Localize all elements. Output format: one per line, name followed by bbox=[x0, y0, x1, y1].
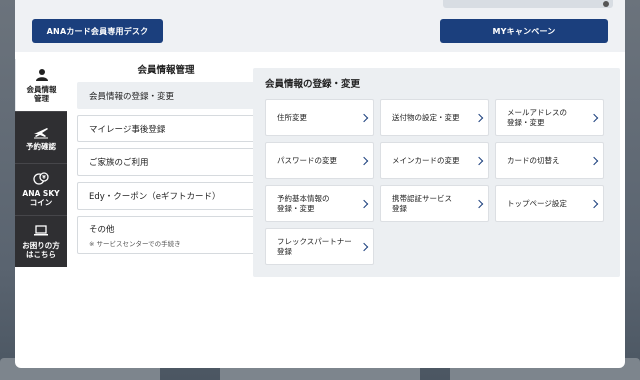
airplane-icon bbox=[34, 127, 48, 138]
chevron-right-icon bbox=[359, 199, 369, 208]
card-mail-settings[interactable]: 送付物の設定・変更 bbox=[380, 99, 489, 136]
menu-item-edy-coupon[interactable]: Edy・クーポン（eギフトカード） bbox=[77, 182, 255, 210]
option-grid: 住所変更 送付物の設定・変更 メールアドレスの 登録・変更 パスワードの変更 メ… bbox=[265, 99, 615, 265]
card-main-card-change[interactable]: メインカードの変更 bbox=[380, 142, 489, 179]
submenu: 会員情報管理 会員情報の登録・変更 マイレージ事後登録 ご家族のご利用 Edy・… bbox=[77, 60, 255, 260]
card-label: 携帯認証サービス 登録 bbox=[392, 193, 452, 213]
menu-item-label: 会員情報の登録・変更 bbox=[89, 91, 175, 102]
chevron-right-icon bbox=[359, 242, 369, 251]
tab-sky-coin[interactable]: ¥ ANA SKY コイン bbox=[15, 163, 67, 215]
tab-member-info[interactable]: 会員情報 管理 bbox=[15, 59, 67, 111]
menu-item-note: ※ サービスセンターでの手続き bbox=[89, 239, 181, 248]
side-tabs: 会員情報 管理 予約確認 ¥ ANA SKY コイン お困りの方 はこちら bbox=[15, 59, 67, 267]
card-label: カードの切替え bbox=[507, 155, 560, 165]
tab-reservation[interactable]: 予約確認 bbox=[15, 111, 67, 163]
tab-label: お困りの方 はこちら bbox=[22, 241, 60, 259]
menu-item-other[interactable]: その他 ※ サービスセンターでの手続き bbox=[77, 216, 255, 254]
card-label: 予約基本情報の 登録・変更 bbox=[277, 193, 330, 213]
card-label: フレックスパートナー 登録 bbox=[277, 236, 352, 256]
content-title: 会員情報の登録・変更 bbox=[265, 79, 361, 90]
card-label: メールアドレスの 登録・変更 bbox=[507, 107, 567, 127]
ana-card-desk-button[interactable]: ANAカード会員専用デスク bbox=[32, 19, 163, 43]
tab-label: 会員情報 管理 bbox=[26, 84, 57, 103]
menu-item-mileage-registration[interactable]: マイレージ事後登録 bbox=[77, 115, 255, 142]
card-label: 住所変更 bbox=[277, 112, 307, 122]
tab-label: 予約確認 bbox=[26, 141, 56, 151]
coin-icon: ¥ bbox=[33, 172, 49, 185]
card-reservation-info[interactable]: 予約基本情報の 登録・変更 bbox=[265, 185, 374, 222]
menu-item-member-info-edit[interactable]: 会員情報の登録・変更 bbox=[77, 82, 255, 109]
menu-item-label: その他 bbox=[89, 224, 115, 235]
chevron-right-icon bbox=[589, 113, 599, 122]
close-icon[interactable] bbox=[603, 1, 609, 7]
menu-item-label: ご家族のご利用 bbox=[89, 158, 149, 168]
menu-item-family[interactable]: ご家族のご利用 bbox=[77, 148, 255, 176]
card-label: メインカードの変更 bbox=[392, 155, 460, 165]
laptop-icon bbox=[34, 225, 48, 236]
card-password-change[interactable]: パスワードの変更 bbox=[265, 142, 374, 179]
card-address-change[interactable]: 住所変更 bbox=[265, 99, 374, 136]
card-label: パスワードの変更 bbox=[277, 155, 337, 165]
chevron-right-icon bbox=[474, 199, 484, 208]
person-icon bbox=[35, 68, 48, 81]
card-label: トップページ設定 bbox=[507, 198, 567, 208]
tab-help[interactable]: お困りの方 はこちら bbox=[15, 215, 67, 267]
card-email-address[interactable]: メールアドレスの 登録・変更 bbox=[495, 99, 604, 136]
chevron-right-icon bbox=[359, 113, 369, 122]
promo-banner[interactable] bbox=[443, 0, 613, 8]
menu-item-label: マイレージ事後登録 bbox=[89, 124, 166, 135]
chevron-right-icon bbox=[589, 156, 599, 165]
card-card-switch[interactable]: カードの切替え bbox=[495, 142, 604, 179]
card-flex-partner[interactable]: フレックスパートナー 登録 bbox=[265, 228, 374, 265]
tab-label: ANA SKY コイン bbox=[22, 189, 60, 207]
card-top-page-settings[interactable]: トップページ設定 bbox=[495, 185, 604, 222]
card-label: 送付物の設定・変更 bbox=[392, 112, 460, 122]
chevron-right-icon bbox=[474, 113, 484, 122]
member-menu-panel: ANAカード会員専用デスク MYキャンペーン 会員情報 管理 予約確認 ¥ AN… bbox=[15, 0, 625, 368]
card-mobile-auth[interactable]: 携帯認証サービス 登録 bbox=[380, 185, 489, 222]
my-campaign-button[interactable]: MYキャンペーン bbox=[440, 19, 608, 43]
chevron-right-icon bbox=[359, 156, 369, 165]
content-panel: 会員情報の登録・変更 住所変更 送付物の設定・変更 メールアドレスの 登録・変更… bbox=[253, 68, 620, 277]
svg-text:¥: ¥ bbox=[42, 175, 46, 181]
submenu-title: 会員情報管理 bbox=[137, 65, 195, 76]
chevron-right-icon bbox=[589, 199, 599, 208]
top-bar: ANAカード会員専用デスク MYキャンペーン bbox=[15, 0, 625, 52]
chevron-right-icon bbox=[474, 156, 484, 165]
menu-item-label: Edy・クーポン（eギフトカード） bbox=[89, 192, 221, 202]
